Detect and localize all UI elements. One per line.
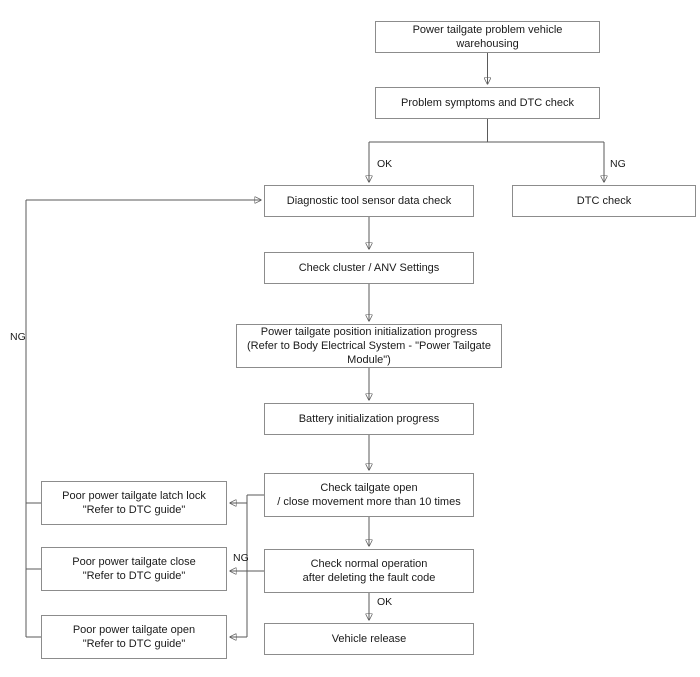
edge-label-ng-loopback: NG (10, 331, 26, 343)
edge-label-ok-release: OK (377, 596, 393, 608)
node-check-tailgate-open-close: Check tailgate open / close movement mor… (264, 473, 474, 517)
node-check-normal-operation: Check normal operation after deleting th… (264, 549, 474, 593)
edge-label-ng-branch: NG (610, 158, 626, 170)
node-poor-tailgate-open: Poor power tailgate open "Refer to DTC g… (41, 615, 227, 659)
node-check-cluster-anv-settings: Check cluster / ANV Settings (264, 252, 474, 284)
node-dtc-check: DTC check (512, 185, 696, 217)
edge-label-ng-middle: NG (233, 552, 249, 564)
node-battery-initialization: Battery initialization progress (264, 403, 474, 435)
edge-label-ok-branch: OK (377, 158, 393, 170)
node-vehicle-release: Vehicle release (264, 623, 474, 655)
node-poor-latch-lock: Poor power tailgate latch lock "Refer to… (41, 481, 227, 525)
node-position-initialization: Power tailgate position initialization p… (236, 324, 502, 368)
node-diagnostic-sensor-data-check: Diagnostic tool sensor data check (264, 185, 474, 217)
node-poor-tailgate-close: Poor power tailgate close "Refer to DTC … (41, 547, 227, 591)
node-problem-symptoms: Problem symptoms and DTC check (375, 87, 600, 119)
flowchart-diagram: Power tailgate problem vehicle warehousi… (0, 0, 700, 677)
node-start: Power tailgate problem vehicle warehousi… (375, 21, 600, 53)
